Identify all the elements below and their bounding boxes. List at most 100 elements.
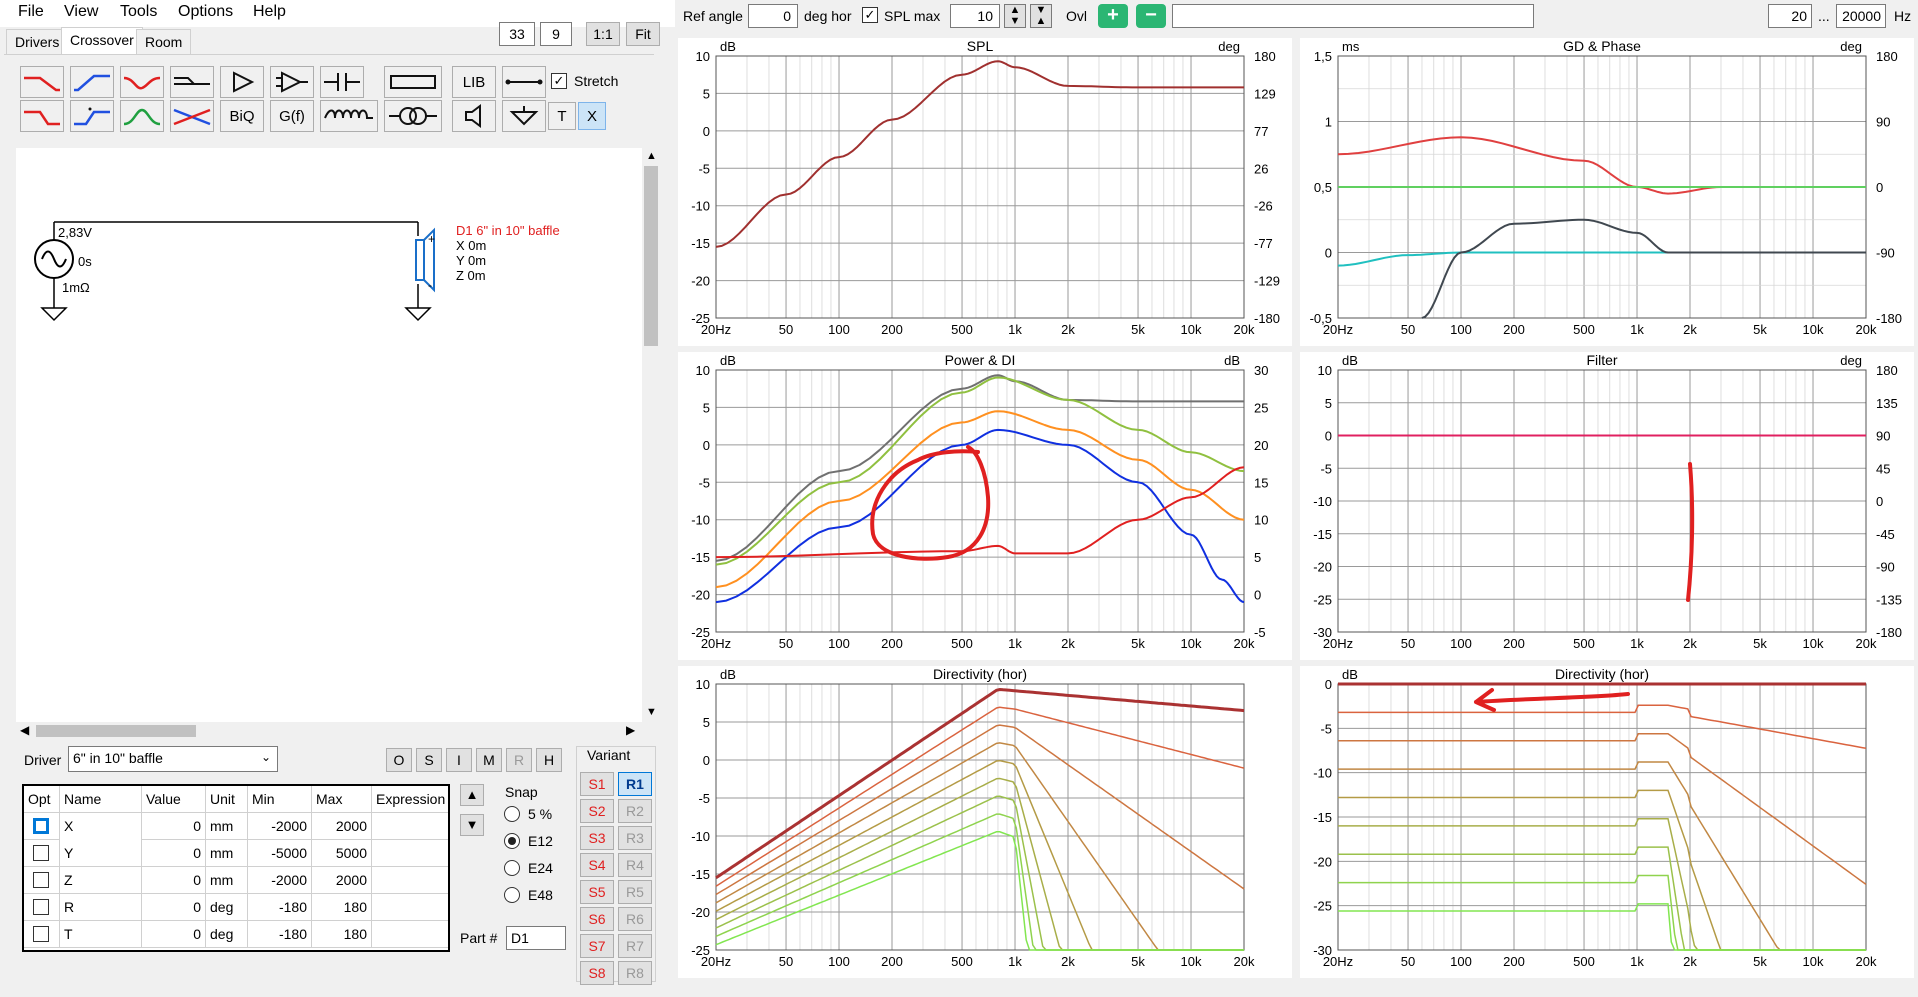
move-up-button[interactable]: ▲ bbox=[460, 784, 484, 806]
min-cell[interactable]: -2000 bbox=[248, 813, 312, 840]
move-down-button[interactable]: ▼ bbox=[460, 814, 484, 836]
menu-tools[interactable]: Tools bbox=[120, 3, 157, 21]
freq-min-input[interactable]: 20 bbox=[1768, 4, 1812, 28]
variant-r7[interactable]: R7 bbox=[618, 934, 652, 958]
wire-tool[interactable] bbox=[502, 66, 546, 98]
s-button[interactable]: S bbox=[416, 748, 442, 772]
tab-drivers[interactable]: Drivers bbox=[6, 29, 69, 55]
opt-checkbox[interactable] bbox=[33, 926, 49, 942]
spl-max-checkbox[interactable]: ✓ bbox=[862, 7, 878, 23]
menu-help[interactable]: Help bbox=[253, 3, 286, 21]
min-cell[interactable]: -180 bbox=[248, 894, 312, 921]
max-cell[interactable]: 2000 bbox=[312, 867, 372, 894]
gd-phase-chart[interactable]: GD & Phasems deg1,510,50-0,5180900-90-180… bbox=[1300, 38, 1914, 346]
table-row[interactable]: Y 0 mm -5000 5000 bbox=[24, 840, 448, 867]
unit-cell[interactable]: mm bbox=[206, 840, 248, 867]
scroll-thumb-v[interactable] bbox=[644, 166, 658, 346]
tab-crossover[interactable]: Crossover bbox=[61, 27, 143, 55]
table-row[interactable]: T 0 deg -180 180 bbox=[24, 921, 448, 948]
remove-overlay-button[interactable]: − bbox=[1136, 4, 1166, 28]
lowpass2-tool[interactable] bbox=[20, 100, 64, 132]
r-button[interactable]: R bbox=[506, 748, 532, 772]
driver-select[interactable]: 6" in 10" baffle ⌄ bbox=[68, 746, 278, 772]
variant-s5[interactable]: S5 bbox=[580, 880, 614, 904]
scroll-left-icon[interactable]: ◀ bbox=[20, 723, 29, 737]
part-input[interactable]: D1 bbox=[506, 926, 566, 950]
horizontal-scrollbar[interactable]: ◀ ▶ bbox=[16, 722, 642, 740]
variant-s7[interactable]: S7 bbox=[580, 934, 614, 958]
lowpass-tool[interactable] bbox=[20, 66, 64, 98]
unit-cell[interactable]: deg bbox=[206, 921, 248, 948]
inductor-tool[interactable] bbox=[320, 100, 378, 132]
zoom-box-1[interactable]: 33 bbox=[499, 22, 535, 46]
snap-radio-e12[interactable] bbox=[504, 833, 520, 849]
scroll-down-icon[interactable]: ▼ bbox=[646, 706, 657, 718]
variant-r6[interactable]: R6 bbox=[618, 907, 652, 931]
expression-cell[interactable] bbox=[372, 840, 448, 867]
name-cell[interactable]: R bbox=[60, 894, 142, 921]
zoom-box-2[interactable]: 9 bbox=[540, 22, 572, 46]
variant-r4[interactable]: R4 bbox=[618, 853, 652, 877]
ref-angle-input[interactable]: 0 bbox=[748, 4, 798, 28]
notch-tool[interactable] bbox=[120, 66, 164, 98]
unit-cell[interactable]: deg bbox=[206, 894, 248, 921]
vertical-scrollbar[interactable]: ▲ ▼ bbox=[642, 148, 660, 722]
lib-button[interactable]: LIB bbox=[452, 66, 496, 98]
value-cell[interactable]: 0 bbox=[142, 894, 206, 921]
directivity-chart-1[interactable]: Directivity (hor)dB1050-5-10-15-20-2520H… bbox=[678, 666, 1292, 978]
unit-cell[interactable]: mm bbox=[206, 867, 248, 894]
value-cell[interactable]: 0 bbox=[142, 840, 206, 867]
scroll-up-icon[interactable]: ▲ bbox=[646, 150, 657, 162]
unit-cell[interactable]: mm bbox=[206, 813, 248, 840]
table-row[interactable]: R 0 deg -180 180 bbox=[24, 894, 448, 921]
resistor-tool[interactable] bbox=[384, 66, 442, 98]
min-cell[interactable]: -180 bbox=[248, 921, 312, 948]
speaker-tool[interactable] bbox=[452, 100, 496, 132]
name-cell[interactable]: Z bbox=[60, 867, 142, 894]
m-button[interactable]: M bbox=[476, 748, 502, 772]
t-button[interactable]: T bbox=[548, 102, 576, 130]
overlay-input[interactable] bbox=[1172, 4, 1534, 28]
menu-view[interactable]: View bbox=[64, 3, 98, 21]
max-cell[interactable]: 5000 bbox=[312, 840, 372, 867]
table-row[interactable]: Z 0 mm -2000 2000 bbox=[24, 867, 448, 894]
max-cell[interactable]: 2000 bbox=[312, 813, 372, 840]
schematic-canvas[interactable]: 2,83V 0s 1mΩ + - D1 6" in 10" baffle X 0… bbox=[16, 148, 660, 722]
gf-button[interactable]: G(f) bbox=[270, 100, 314, 132]
name-cell[interactable]: T bbox=[60, 921, 142, 948]
highpass-tool[interactable] bbox=[70, 66, 114, 98]
driver-name[interactable]: D1 6" in 10" baffle bbox=[456, 223, 560, 238]
expression-cell[interactable] bbox=[372, 921, 448, 948]
menu-options[interactable]: Options bbox=[178, 3, 233, 21]
scroll-thumb-h[interactable] bbox=[36, 725, 196, 737]
variant-r5[interactable]: R5 bbox=[618, 880, 652, 904]
value-cell[interactable]: 0 bbox=[142, 867, 206, 894]
amplifier-tool[interactable] bbox=[220, 66, 264, 98]
driver-speaker-icon[interactable] bbox=[415, 239, 425, 281]
snap-radio-5[interactable] bbox=[504, 806, 520, 822]
spl-chart[interactable]: SPLdB deg1050-5-10-15-20-251801297726-26-… bbox=[678, 38, 1292, 346]
max-cell[interactable]: 180 bbox=[312, 921, 372, 948]
bandpass-tool[interactable] bbox=[120, 100, 164, 132]
variant-s6[interactable]: S6 bbox=[580, 907, 614, 931]
name-cell[interactable]: X bbox=[60, 813, 142, 840]
min-cell[interactable]: -2000 bbox=[248, 867, 312, 894]
variant-r2[interactable]: R2 bbox=[618, 799, 652, 823]
tab-room[interactable]: Room bbox=[136, 29, 192, 55]
i-button[interactable]: I bbox=[446, 748, 472, 772]
opt-checkbox[interactable] bbox=[33, 845, 49, 861]
directivity-chart-2[interactable]: Directivity (hor)dB0-5-10-15-20-25-3020H… bbox=[1300, 666, 1914, 978]
expression-cell[interactable] bbox=[372, 813, 448, 840]
opamp-tool[interactable] bbox=[270, 66, 314, 98]
variant-s8[interactable]: S8 bbox=[580, 961, 614, 985]
freq-max-input[interactable]: 20000 bbox=[1836, 4, 1886, 28]
o-button[interactable]: O bbox=[386, 748, 412, 772]
opt-checkbox[interactable] bbox=[33, 872, 49, 888]
capacitor-tool[interactable] bbox=[320, 66, 364, 98]
table-row[interactable]: X 0 mm -2000 2000 bbox=[24, 813, 448, 840]
one-to-one-button[interactable]: 1:1 bbox=[586, 22, 620, 46]
value-cell[interactable]: 0 bbox=[142, 921, 206, 948]
variant-r1[interactable]: R1 bbox=[618, 772, 652, 796]
scroll-right-icon[interactable]: ▶ bbox=[626, 723, 635, 737]
variant-s4[interactable]: S4 bbox=[580, 853, 614, 877]
